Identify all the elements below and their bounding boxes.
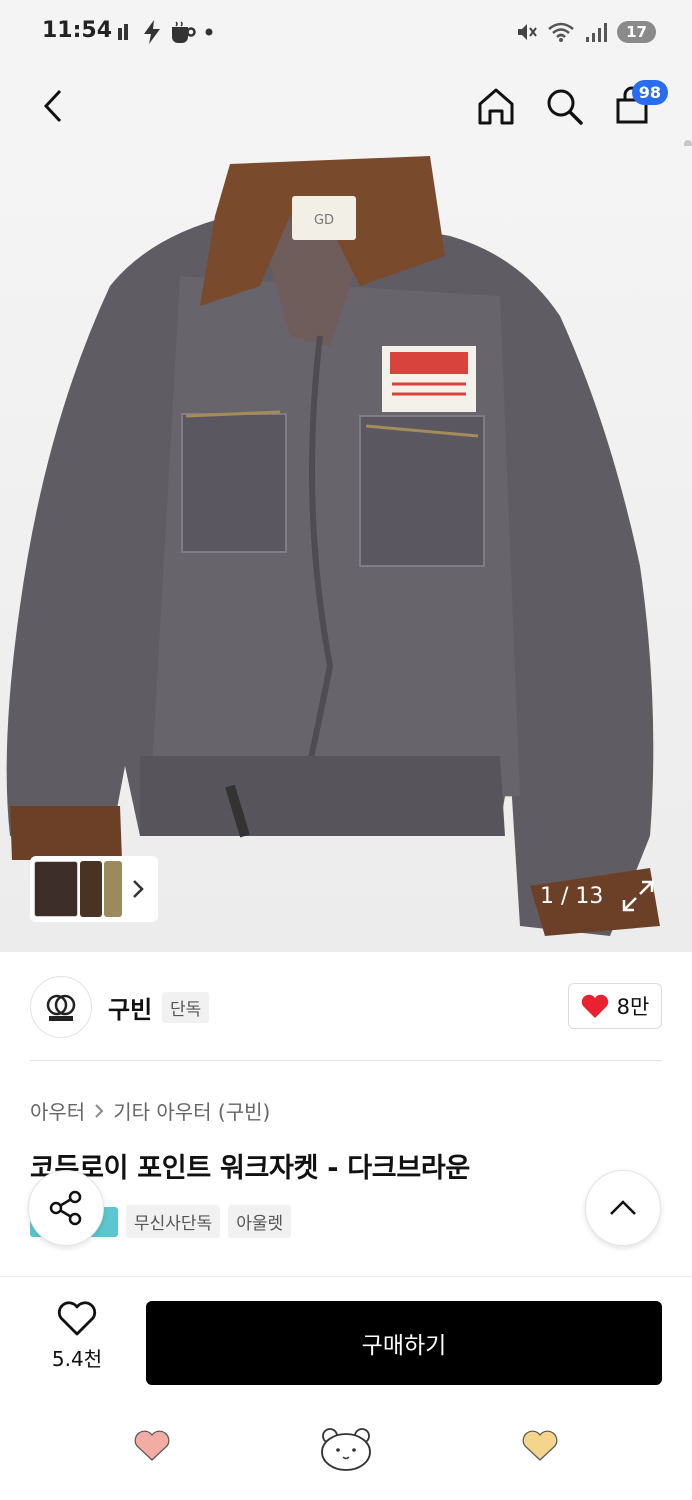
yellow-heart-icon[interactable] xyxy=(522,1430,558,1462)
bear-face-icon[interactable] xyxy=(318,1422,374,1472)
brand-logo-mark xyxy=(46,994,76,1021)
wishlist-count: 5.4천 xyxy=(51,1347,103,1371)
product-image-gallery[interactable]: GD 1 / 13 xyxy=(0,146,692,952)
svg-text:GD: GD xyxy=(314,213,334,228)
thumbnail-1[interactable] xyxy=(34,861,78,917)
cart-count-badge: 98 xyxy=(631,80,668,105)
breadcrumb: 아우터 기타 아우터 (구빈) xyxy=(30,1096,270,1125)
product-tag: 무신사단독 xyxy=(126,1205,221,1238)
pink-heart-icon[interactable] xyxy=(134,1430,170,1462)
sim-icon xyxy=(118,24,128,40)
share-icon xyxy=(49,1190,82,1226)
system-nav-bar xyxy=(0,1400,692,1500)
thumbnail-2[interactable] xyxy=(80,861,102,917)
chevron-up-icon xyxy=(610,1200,636,1215)
buy-button[interactable]: 구매하기 xyxy=(146,1301,662,1385)
cart-button[interactable]: 98 xyxy=(606,80,668,132)
image-counter: 1 / 13 xyxy=(540,884,604,909)
home-button[interactable] xyxy=(470,80,522,132)
product-detail-screen: 11:54 17 98 GD 1 / 13 구빈 단독 8만 아우터 기타 아우… xyxy=(0,0,692,1500)
product-title: 코듀로이 포인트 워크자켓 - 다크브라운 xyxy=(30,1153,470,1184)
divider xyxy=(30,1060,662,1061)
scroll-top-button[interactable] xyxy=(585,1170,661,1246)
heart-outline-icon xyxy=(57,1301,97,1336)
wifi-icon xyxy=(548,22,574,42)
brand-logo[interactable] xyxy=(30,976,92,1038)
jacket-image: GD xyxy=(6,156,660,936)
breadcrumb-item[interactable]: 아우터 xyxy=(30,1096,85,1125)
status-time: 11:54 xyxy=(42,18,113,43)
brand-name[interactable]: 구빈 xyxy=(108,990,152,1025)
cup-icon xyxy=(172,21,196,43)
expand-icon[interactable] xyxy=(618,876,658,916)
thumbnail-strip[interactable] xyxy=(30,856,158,922)
dot-icon xyxy=(205,28,213,36)
purchase-bar: 5.4천 구매하기 xyxy=(0,1276,692,1400)
search-icon xyxy=(547,89,583,125)
app-header: 98 xyxy=(0,66,692,208)
product-tag: 아울렛 xyxy=(228,1205,292,1238)
share-button[interactable] xyxy=(28,1170,104,1246)
wishlist-button[interactable]: 5.4천 xyxy=(40,1301,114,1381)
mute-icon xyxy=(518,24,537,40)
flash-icon xyxy=(144,20,160,44)
back-button[interactable] xyxy=(28,80,80,132)
brand-row: 구빈 단독 8만 xyxy=(30,976,662,1038)
chevron-right-icon[interactable] xyxy=(128,877,148,901)
search-button[interactable] xyxy=(538,80,590,132)
home-icon xyxy=(478,88,514,125)
signal-icon xyxy=(586,23,608,42)
battery-level: 17 xyxy=(617,21,656,43)
breadcrumb-item[interactable]: 기타 아우터 (구빈) xyxy=(113,1096,270,1125)
status-bar: 11:54 17 xyxy=(0,0,692,66)
heart-filled-icon xyxy=(581,994,608,1018)
brand-exclusive-tag: 단독 xyxy=(162,992,210,1023)
thumbnail-3[interactable] xyxy=(104,861,122,917)
chevron-left-icon xyxy=(43,89,62,123)
notification-icons xyxy=(116,18,214,46)
system-icons: 17 xyxy=(515,18,656,46)
brand-like-count: 8만 xyxy=(616,995,650,1019)
chevron-right-icon xyxy=(95,1103,104,1118)
brand-like-button[interactable]: 8만 xyxy=(568,983,662,1029)
